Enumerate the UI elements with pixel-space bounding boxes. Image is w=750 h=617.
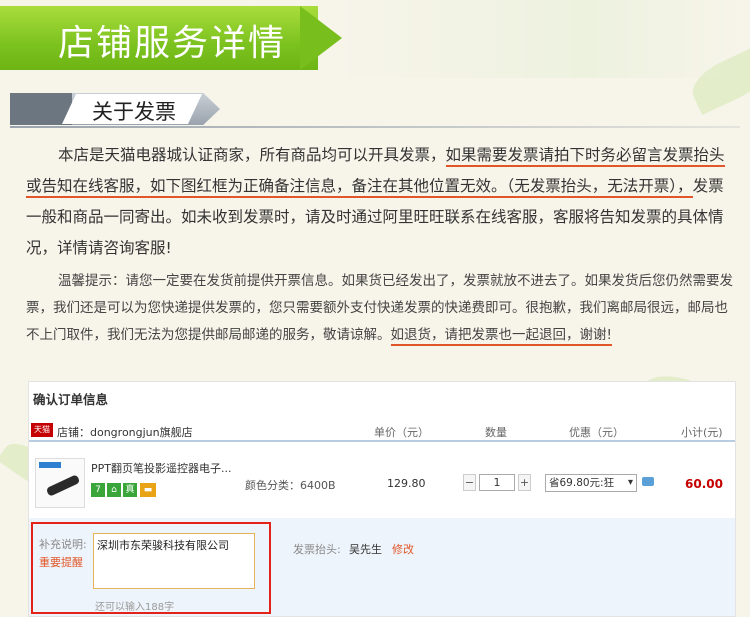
order-header-row: 天猫 店铺：dongrongjun旗舰店 单价（元） 数量 优惠（元） 小计(元… [29, 420, 735, 442]
section-heading: 关于发票 [10, 93, 220, 125]
underlined-text: 备注在其他位置无效。 [351, 177, 507, 198]
invoice-title-label: 发票抬头: [293, 543, 341, 556]
invoice-paragraph: 本店是天猫电器城认证商家，所有商品均可以开具发票，如果需要发票请拍下时务必留言发… [26, 146, 725, 257]
edit-invoice-link[interactable]: 修改 [392, 541, 414, 557]
col-qty: 数量 [485, 426, 507, 439]
qty-input[interactable]: 1 [479, 474, 515, 491]
service-genuine-icon[interactable]: 真 [123, 483, 137, 497]
product-spec: 颜色分类：6400B [245, 479, 336, 492]
section-heading-label: 关于发票 [92, 100, 176, 124]
underlined-text: 如下图红框为正确备注信息， [150, 177, 352, 198]
service-7day-icon[interactable]: 7 [91, 483, 105, 497]
col-price: 单价（元） [374, 426, 429, 439]
col-subtotal: 小计(元) [681, 426, 723, 439]
header-banner: 店铺服务详情 [0, 0, 750, 78]
qty-increase-button[interactable]: + [518, 474, 531, 491]
qty-decrease-button[interactable]: − [463, 474, 476, 491]
product-thumbnail[interactable] [35, 458, 85, 508]
extra-info-area: 补充说明: 重要提醒 深圳市东荣骏科技有限公司 还可以输入188字 发票抬头: … [29, 518, 735, 616]
banner-fade [340, 0, 750, 78]
order-item-row: PPT翻页笔投影遥控器电子... 7 ⌂ 真 ▬ 颜色分类：6400B 129.… [29, 444, 735, 516]
invoice-title-value: 吴先生 [349, 543, 382, 556]
product-name-link[interactable]: PPT翻页笔投影遥控器电子... [91, 460, 231, 476]
col-promo: 优惠（元） [569, 426, 624, 439]
service-card-icon[interactable]: ▬ [140, 483, 156, 497]
service-home-icon[interactable]: ⌂ [107, 483, 121, 497]
order-confirm-panel: 确认订单信息 天猫 店铺：dongrongjun旗舰店 单价（元） 数量 优惠（… [28, 381, 736, 617]
order-title: 确认订单信息 [33, 392, 109, 407]
page-title: 店铺服务详情 [58, 23, 287, 64]
divider [10, 126, 740, 128]
chat-icon[interactable] [642, 477, 654, 486]
tmall-badge-icon: 天猫 [31, 423, 53, 437]
item-subtotal: 60.00 [685, 477, 723, 491]
tip-paragraph: 温馨提示：请您一定要在发货前提供开票信息。如果货已经发出了，发票就放不进去了。如… [26, 268, 738, 349]
promo-select[interactable]: 省69.80元:狂 ▾ [545, 474, 637, 492]
banner-arrow [300, 6, 342, 70]
chevron-down-icon: ▾ [627, 477, 633, 488]
underlined-text: （无发票抬头，无法开票）， [506, 177, 693, 198]
underlined-text: 如退货，请把发票也一起退回，谢谢! [390, 327, 612, 346]
shop-name-link[interactable]: 店铺：dongrongjun旗舰店 [57, 424, 193, 440]
unit-price: 129.80 [387, 477, 426, 490]
highlight-frame [31, 522, 271, 614]
